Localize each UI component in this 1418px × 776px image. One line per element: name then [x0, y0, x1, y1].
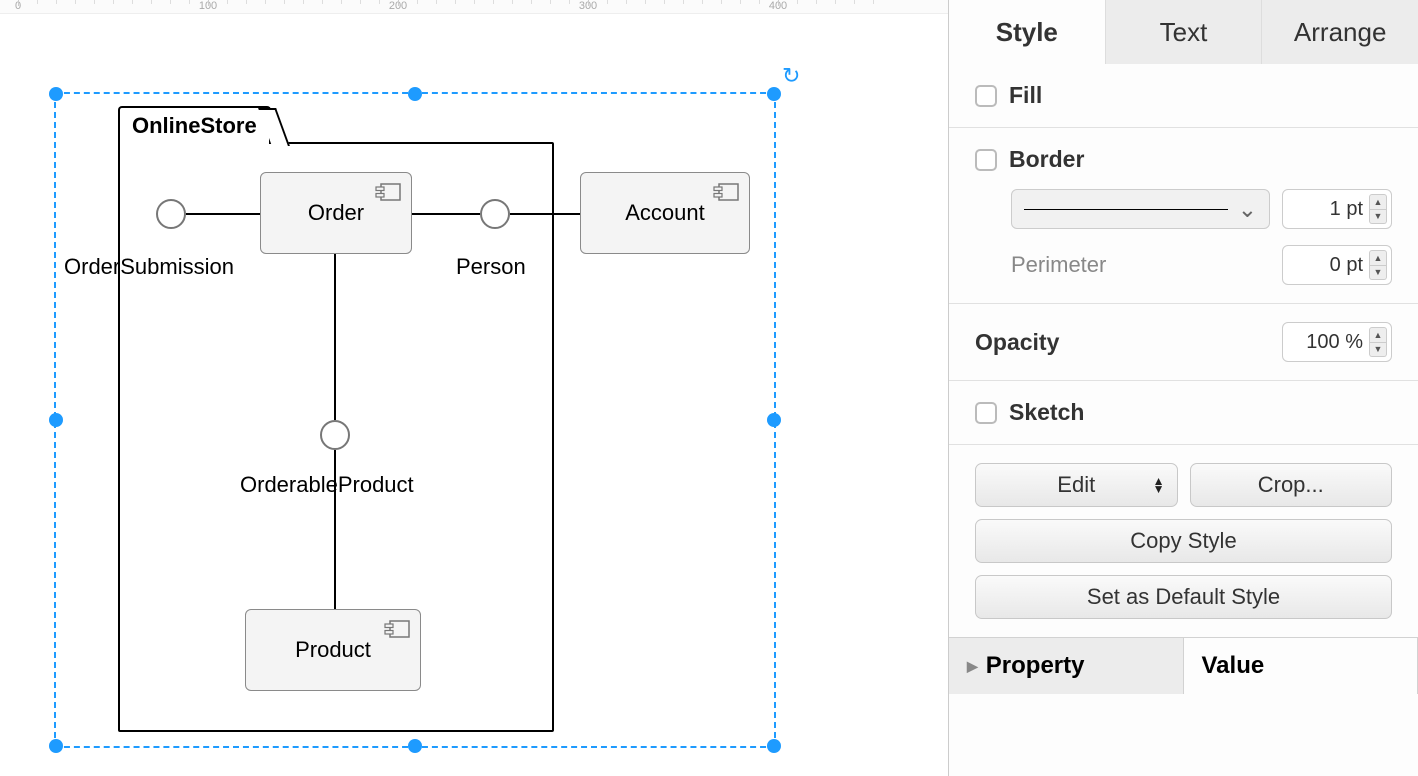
- product-label: Product: [295, 637, 371, 663]
- inspector-tabs: Style Text Arrange: [949, 0, 1418, 64]
- set-default-style-button[interactable]: Set as Default Style: [975, 575, 1392, 619]
- order-label: Order: [308, 200, 364, 226]
- component-account[interactable]: Account: [580, 172, 750, 254]
- edit-label: Edit: [1057, 472, 1095, 498]
- edge[interactable]: [412, 213, 480, 215]
- port-ordersubmission[interactable]: [156, 199, 186, 229]
- fill-label: Fill: [1009, 82, 1042, 109]
- chevron-down-icon: ⌄: [1238, 196, 1257, 223]
- sketch-checkbox[interactable]: [975, 402, 997, 424]
- property-column-header[interactable]: ▶ Property: [949, 638, 1184, 694]
- canvas-pane[interactable]: 0 100 200 300 400 ↻: [0, 0, 948, 776]
- resize-handle-tm[interactable]: [408, 87, 422, 101]
- stepper-up[interactable]: ▲: [1369, 194, 1387, 210]
- edge[interactable]: [186, 213, 260, 215]
- property-table-header: ▶ Property Value: [949, 637, 1418, 694]
- account-label: Account: [625, 200, 705, 226]
- opacity-value: 100 %: [1306, 331, 1363, 354]
- resize-handle-tr[interactable]: [767, 87, 781, 101]
- opacity-input[interactable]: 100 % ▲▼: [1282, 322, 1392, 362]
- label-orderableproduct: OrderableProduct: [240, 472, 414, 498]
- sketch-label: Sketch: [1009, 399, 1084, 426]
- disclosure-icon: ▶: [967, 658, 978, 675]
- package-title: OnlineStore: [132, 113, 257, 139]
- edge[interactable]: [510, 213, 580, 215]
- crop-button[interactable]: Crop...: [1190, 463, 1393, 507]
- resize-handle-bm[interactable]: [408, 739, 422, 753]
- opacity-label: Opacity: [975, 329, 1270, 356]
- resize-handle-tl[interactable]: [49, 87, 63, 101]
- stepper-down[interactable]: ▼: [1369, 210, 1387, 225]
- package-tab: OnlineStore: [118, 106, 271, 144]
- stepper-up[interactable]: ▲: [1369, 327, 1387, 343]
- component-product[interactable]: Product: [245, 609, 421, 691]
- component-icon: [713, 181, 739, 199]
- component-order[interactable]: Order: [260, 172, 412, 254]
- horizontal-ruler: 0 100 200 300 400: [0, 0, 948, 14]
- tab-style[interactable]: Style: [949, 0, 1105, 64]
- label-person: Person: [456, 254, 526, 280]
- resize-handle-ml[interactable]: [49, 413, 63, 427]
- value-column-label: Value: [1202, 652, 1265, 680]
- resize-handle-bl[interactable]: [49, 739, 63, 753]
- component-icon: [375, 181, 401, 199]
- border-label: Border: [1009, 146, 1084, 173]
- border-linestyle-select[interactable]: ⌄: [1011, 189, 1270, 229]
- tab-text[interactable]: Text: [1105, 0, 1262, 64]
- edge[interactable]: [334, 254, 336, 420]
- property-column-label: Property: [986, 652, 1085, 680]
- stepper-down[interactable]: ▼: [1369, 343, 1387, 358]
- stepper-down[interactable]: ▼: [1369, 266, 1387, 281]
- port-person[interactable]: [480, 199, 510, 229]
- rotate-handle[interactable]: ↻: [782, 66, 802, 86]
- line-sample: [1024, 209, 1228, 210]
- resize-handle-br[interactable]: [767, 739, 781, 753]
- perimeter-input[interactable]: 0 pt ▲▼: [1282, 245, 1392, 285]
- border-width-value: 1 pt: [1330, 198, 1363, 221]
- component-icon: [384, 618, 410, 636]
- label-ordersubmission: OrderSubmission: [64, 254, 234, 280]
- perimeter-value: 0 pt: [1330, 254, 1363, 277]
- port-orderableproduct[interactable]: [320, 420, 350, 450]
- perimeter-label: Perimeter: [1011, 252, 1270, 278]
- border-width-input[interactable]: 1 pt ▲▼: [1282, 189, 1392, 229]
- border-checkbox[interactable]: [975, 149, 997, 171]
- value-column-header[interactable]: Value: [1184, 638, 1418, 694]
- resize-handle-mr[interactable]: [767, 413, 781, 427]
- fill-checkbox[interactable]: [975, 85, 997, 107]
- stepper-up[interactable]: ▲: [1369, 250, 1387, 266]
- updown-icon: ▲▼: [1153, 477, 1165, 493]
- edit-select[interactable]: Edit ▲▼: [975, 463, 1178, 507]
- inspector-sidebar: Style Text Arrange Fill Border ⌄ 1 pt: [948, 0, 1418, 776]
- tab-arrange[interactable]: Arrange: [1261, 0, 1418, 64]
- copy-style-button[interactable]: Copy Style: [975, 519, 1392, 563]
